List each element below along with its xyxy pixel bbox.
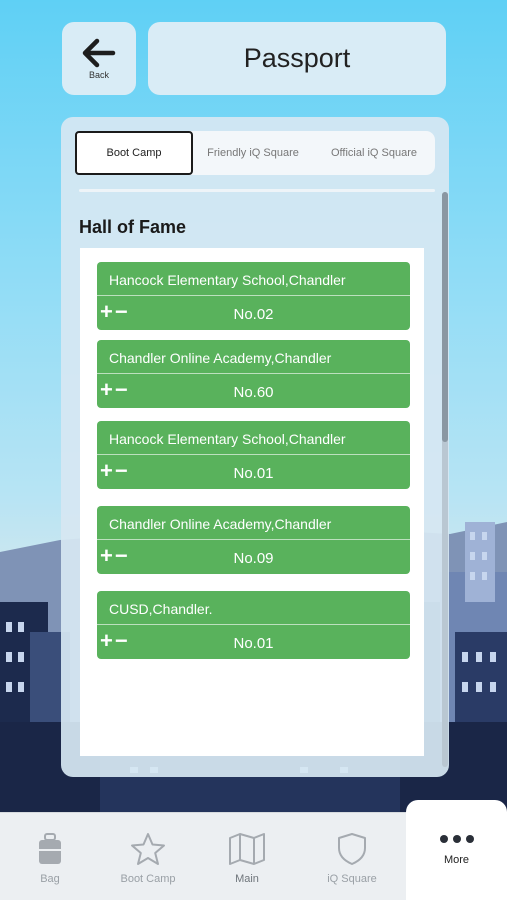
divider	[97, 295, 410, 296]
map-icon	[229, 833, 265, 865]
scrollbar-thumb[interactable]	[442, 192, 448, 442]
hall-of-fame-entry[interactable]: Chandler Online Academy,Chandler +− No.0…	[97, 506, 410, 574]
school-name: Hancock Elementary School,Chandler	[109, 431, 346, 447]
more-dots-icon	[439, 835, 474, 843]
page-title: Passport	[148, 22, 446, 95]
nav-item-iq-square[interactable]: iQ Square	[302, 813, 402, 900]
hall-of-fame-entry[interactable]: Hancock Elementary School,Chandler +− No…	[97, 262, 410, 330]
nav-label-boot-camp: Boot Camp	[120, 873, 176, 885]
hall-of-fame-entry[interactable]: CUSD,Chandler. +− No.01	[97, 591, 410, 659]
hall-of-fame-entry[interactable]: Chandler Online Academy,Chandler +− No.6…	[97, 340, 410, 408]
tab-friendly-iq-square[interactable]: Friendly iQ Square	[193, 131, 313, 175]
tab-bar: Boot Camp Friendly iQ Square Official iQ…	[75, 131, 435, 175]
school-name: CUSD,Chandler.	[109, 601, 213, 617]
back-arrow-icon	[82, 38, 116, 67]
star-icon	[131, 833, 165, 865]
divider	[97, 539, 410, 540]
nav-label-main: Main	[235, 873, 259, 885]
rank-label: No.01	[233, 465, 274, 482]
shield-icon	[338, 833, 366, 865]
back-button[interactable]: Back	[62, 22, 136, 95]
rank-label: No.01	[233, 635, 274, 652]
passport-panel: Boot Camp Friendly iQ Square Official iQ…	[61, 117, 449, 777]
divider	[97, 624, 410, 625]
nav-item-bag[interactable]: Bag	[0, 813, 100, 900]
bag-icon	[39, 833, 61, 864]
nav-label-iq-square: iQ Square	[327, 873, 377, 885]
hall-of-fame-entry[interactable]: Hancock Elementary School,Chandler +− No…	[97, 421, 410, 489]
divider	[97, 454, 410, 455]
rank-label: No.60	[233, 384, 274, 401]
rank-label: No.02	[233, 306, 274, 323]
back-label: Back	[88, 69, 109, 80]
divider	[97, 373, 410, 374]
divider	[79, 189, 435, 192]
tab-official-iq-square[interactable]: Official iQ Square	[313, 131, 435, 175]
nav-item-main[interactable]: Main	[197, 813, 297, 900]
school-name: Chandler Online Academy,Chandler	[109, 350, 332, 366]
nav-label-more: More	[443, 854, 470, 866]
hall-of-fame-title: Hall of Fame	[79, 217, 187, 237]
school-name: Hancock Elementary School,Chandler	[109, 272, 346, 288]
nav-item-boot-camp[interactable]: Boot Camp	[98, 813, 198, 900]
hall-of-fame-list: Hancock Elementary School,Chandler +− No…	[80, 248, 424, 756]
school-name: Chandler Online Academy,Chandler	[109, 516, 332, 532]
rank-label: No.09	[233, 550, 274, 567]
nav-label-bag: Bag	[40, 873, 60, 885]
tab-boot-camp[interactable]: Boot Camp	[75, 131, 193, 175]
nav-item-more[interactable]: More	[406, 800, 507, 900]
